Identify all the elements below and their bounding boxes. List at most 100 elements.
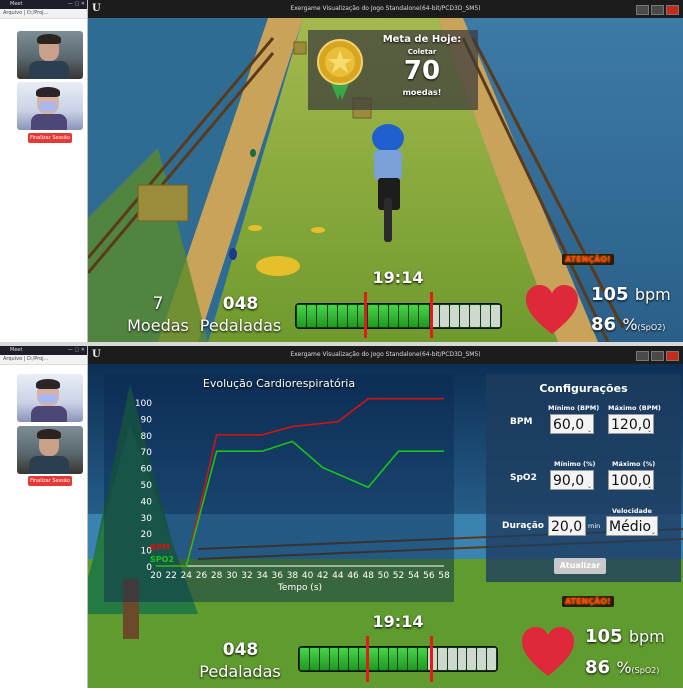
spo2-unit: % [616,658,632,677]
y-tick-label: 80 [141,432,153,442]
rhythm-segment [437,648,447,670]
x-tick-label: 40 [302,571,314,581]
rhythm-max-marker [430,636,433,682]
rhythm-segment [368,305,378,327]
mini-browser-url[interactable]: Arquivo | D:/Proj... [0,355,87,365]
rhythm-segment [297,305,307,327]
min-bpm-value: 60,0 [553,417,585,433]
goal-value: 70 [403,56,441,86]
pedals-value: 048 [222,640,259,660]
min-spo2-label: Mínimo (%) [554,460,596,468]
spinner-icon[interactable]: ⌄ [647,477,652,497]
update-button[interactable]: Atualizar [554,558,606,574]
rhythm-segment [368,648,378,670]
end-session-button[interactable]: Finalizar Sessão [28,476,72,486]
spo2-unit: % [622,315,638,334]
spinner-icon[interactable]: ⌄ [647,421,652,441]
y-tick-label: 70 [141,448,153,458]
config-title: Configurações [539,382,628,395]
coins-value: 7 [152,294,164,314]
x-tick-label: 50 [378,571,390,581]
min-bpm-label: Mínimo (BPM) [548,404,600,412]
x-tick-label: 46 [347,571,359,581]
mini-browser-titlebar: Meet — ▢ ✕ [0,0,87,9]
rhythm-segment [418,648,427,670]
maximize-icon[interactable] [651,351,664,361]
min-spo2-input[interactable]: 90,0 ⌄ [550,470,594,490]
close-icon[interactable] [666,5,679,15]
heart-icon [526,285,578,334]
x-tick-label: 34 [256,571,268,581]
game-viewport-top: Meta de Hoje: Coletar 70 moedas! 7 Moeda… [88,18,683,342]
rhythm-segment [447,648,457,670]
webcam-participant-2 [17,82,83,130]
minimize-icon[interactable] [636,5,649,15]
y-tick-label: 90 [141,415,153,425]
pedal-rhythm-bar [295,303,502,329]
rhythm-segment [408,648,418,670]
max-bpm-input[interactable]: 120,0 ⌄ [608,414,654,434]
y-tick-label: 40 [141,497,153,507]
max-bpm-label: Máximo (BPM) [608,404,661,412]
window-controls-icon[interactable]: — ▢ ✕ [68,0,85,9]
maximize-icon[interactable] [651,5,664,15]
spinner-icon[interactable]: ⌄ [587,421,592,441]
goal-subtitle: Coletar [407,48,437,56]
bottom-screenshot: Meet — ▢ ✕ Arquivo | D:/Proj... Finaliza… [0,346,683,688]
min-spo2-value: 90,0 [553,473,585,489]
y-tick-label: 50 [141,481,153,491]
max-bpm-value: 120,0 [611,417,652,433]
duration-input[interactable]: 20,0 [548,516,586,536]
mini-browser-title: Meet [10,347,23,353]
x-tick-label: 42 [317,571,328,581]
x-tick-label: 38 [287,571,299,581]
bpm-readout: 105 bpm [585,626,665,647]
spinner-icon[interactable]: ⌄ [587,477,592,497]
series-line-bpm [156,397,444,567]
game-viewport-bottom: Evolução Cardiorespiratória 0 10 20 30 40 50 6… [88,364,683,688]
participant-shirt [31,406,67,422]
rhythm-segment [450,305,460,327]
x-tick-label: 22 [165,571,176,581]
speed-select[interactable]: Médio ⌄ [606,516,658,536]
minimize-icon[interactable] [636,351,649,361]
rhythm-segment [319,648,329,670]
min-bpm-input[interactable]: 60,0 ⌄ [550,414,594,434]
rhythm-segment [419,305,429,327]
unreal-logo-icon: U [92,349,101,360]
pedals-value: 048 [222,294,259,314]
medal-icon [317,39,363,100]
rhythm-segment [300,648,309,670]
y-tick-label: 60 [141,465,153,475]
bpm-unit: bpm [634,285,671,304]
webcam-participant-1 [17,426,83,474]
game-window-titlebar: U Exergame Visualização do Jogo Standalo… [88,0,683,18]
spo2-readout: 86 %(SpO2) [585,657,659,678]
mini-browser-url[interactable]: Arquivo | D:/Proj... [0,9,87,19]
close-icon[interactable] [666,351,679,361]
rhythm-segment [349,648,359,670]
end-session-button[interactable]: Finalizar Sessão [28,133,72,143]
bpm-config-label: BPM [510,417,533,427]
rhythm-segment [490,305,501,327]
rhythm-segment [457,648,467,670]
rhythm-segment [329,648,339,670]
x-tick-label: 32 [241,571,252,581]
game-window-title: Exergame Visualização do Jogo Standalone… [290,5,481,12]
max-spo2-input[interactable]: 100,0 ⌄ [608,470,654,490]
y-tick-label: 30 [141,514,153,524]
x-tick-label: 26 [196,571,208,581]
game-window-titlebar: U Exergame Visualização do Jogo Standalo… [88,346,683,364]
participant-hair [36,87,60,97]
spo2-sub: (SpO2) [637,323,666,332]
x-tick-label: 36 [272,571,284,581]
spo2-config-label: SpO2 [510,473,537,483]
window-controls-icon[interactable]: — ▢ ✕ [68,346,85,355]
speed-label: Velocidade [612,507,652,515]
goal-unit: moedas! [402,88,442,97]
y-tick-label: 20 [141,530,153,540]
participant-hair [36,379,60,389]
rhythm-segment [439,305,450,327]
bpm-value: 105 [591,284,629,305]
legend-bpm: BPM [150,543,170,552]
